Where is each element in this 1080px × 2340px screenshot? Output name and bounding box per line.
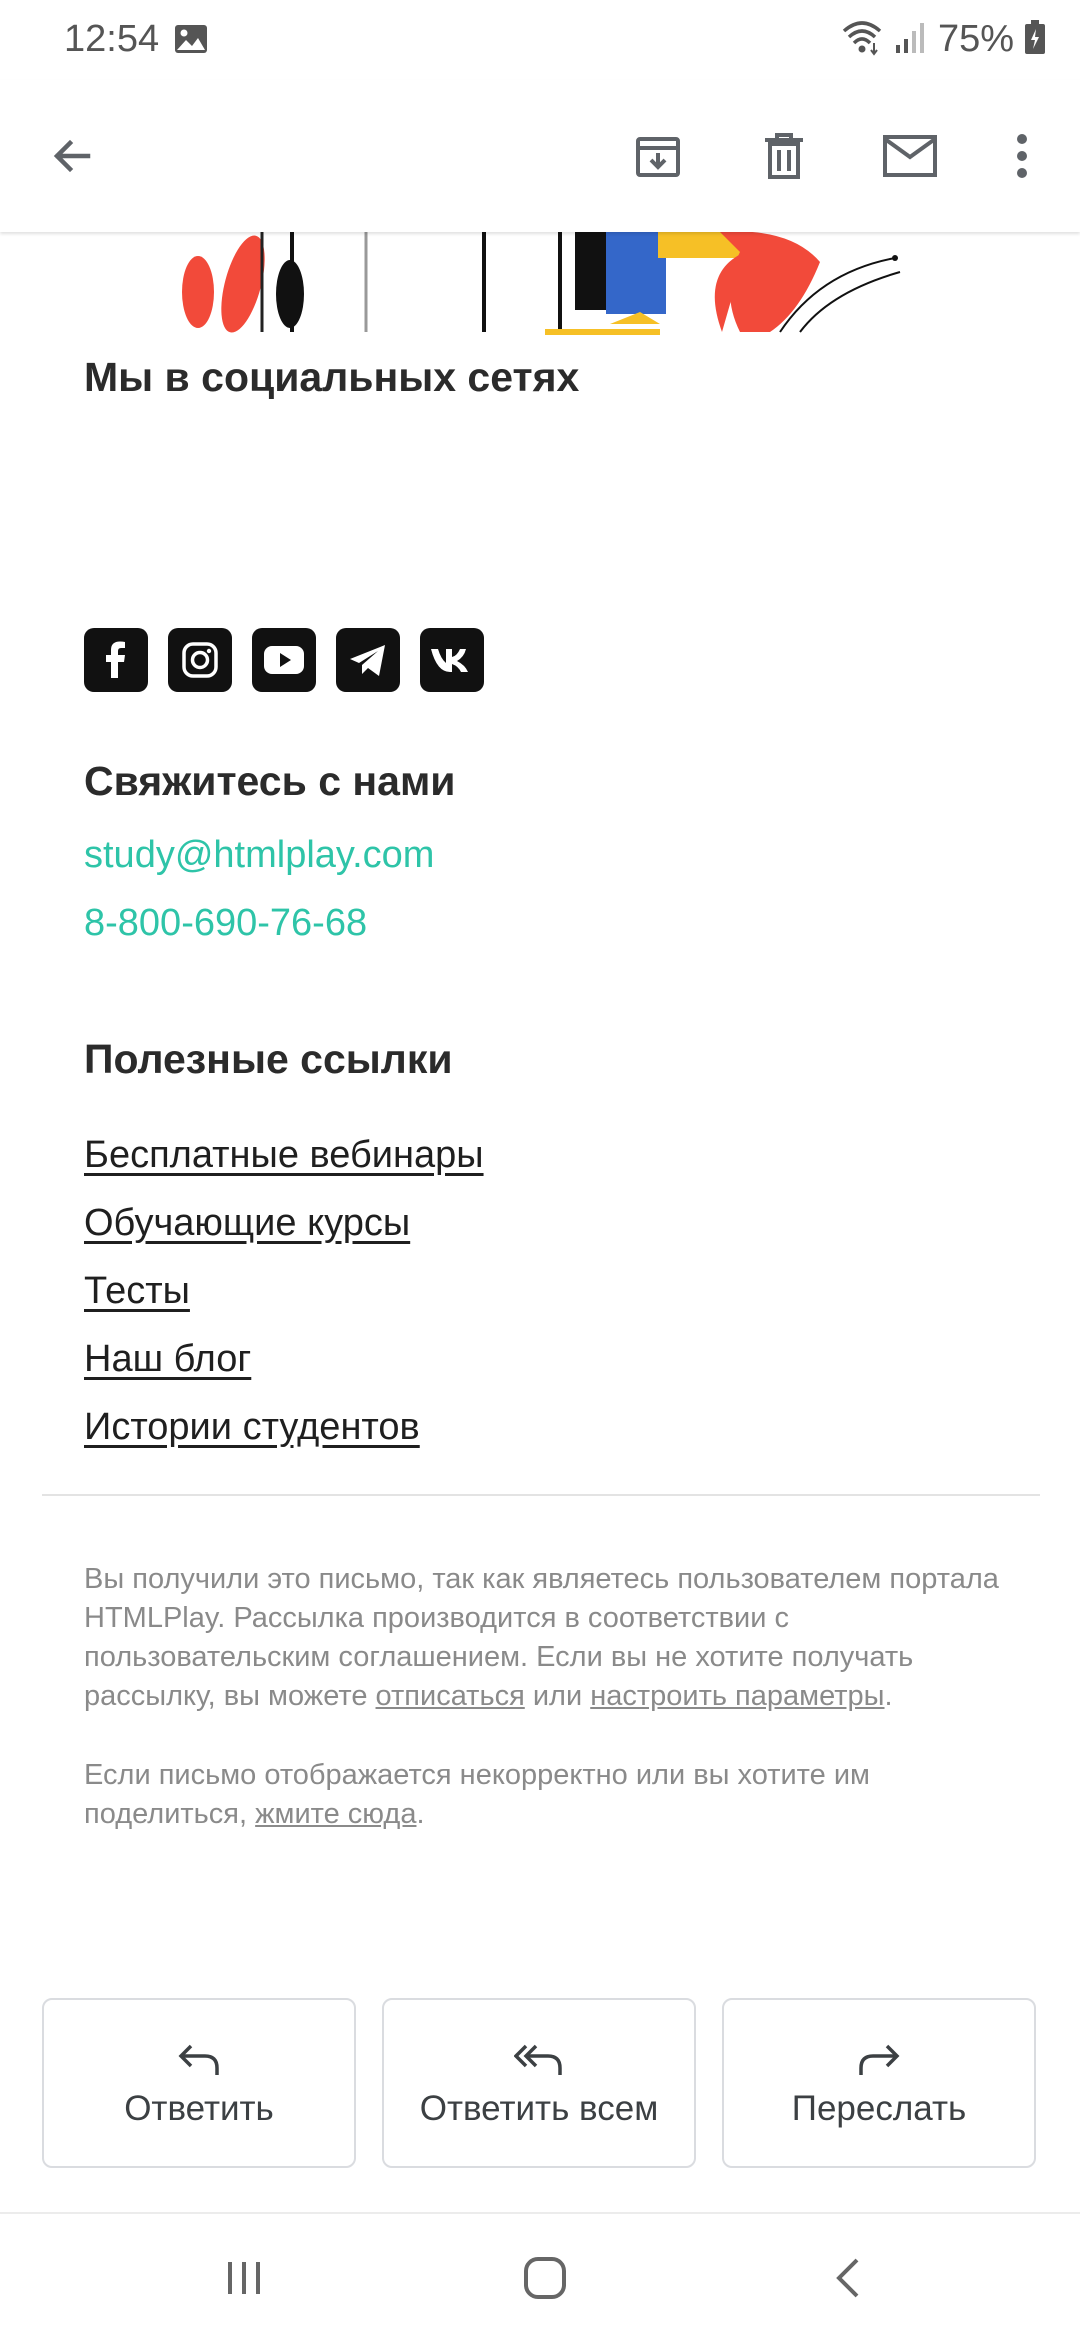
link-webinars[interactable]: Бесплатные вебинары — [84, 1134, 484, 1177]
reply-all-button[interactable]: Ответить всем — [382, 1998, 696, 2168]
footer-end-1: . — [884, 1680, 893, 1712]
screen: 12:54 75% Мы в социальных сетях Свяжитес… — [0, 0, 1080, 2340]
forward-label: Переслать — [791, 2089, 967, 2128]
reply-all-icon — [514, 2037, 564, 2083]
forward-icon — [857, 2037, 901, 2083]
signal-icon — [894, 19, 928, 60]
link-courses[interactable]: Обучающие курсы — [84, 1202, 410, 1245]
footer-end-2: . — [416, 1798, 425, 1830]
social-links — [84, 628, 484, 692]
vk-icon[interactable] — [420, 628, 484, 692]
link-student-stories[interactable]: Истории студентов — [84, 1406, 420, 1449]
contact-email-link[interactable]: study@htmlplay.com — [84, 834, 434, 877]
social-heading: Мы в социальных сетях — [84, 354, 580, 400]
settings-link[interactable]: настроить параметры — [590, 1680, 884, 1712]
reply-label: Ответить — [124, 2089, 274, 2128]
divider — [42, 1494, 1040, 1496]
status-time: 12:54 — [64, 18, 160, 60]
wifi-icon — [840, 17, 884, 62]
reply-button[interactable]: Ответить — [42, 1998, 356, 2168]
back-icon[interactable] — [808, 2246, 888, 2310]
footer-text-2: Если письмо отображается некорректно или… — [84, 1759, 870, 1830]
trash-icon[interactable] — [746, 118, 822, 194]
more-vert-icon[interactable] — [984, 118, 1060, 194]
click-here-link[interactable]: жмите сюда — [255, 1798, 416, 1830]
contact-heading: Свяжитесь с нами — [84, 758, 456, 804]
youtube-icon[interactable] — [252, 628, 316, 692]
reply-actions: Ответить Ответить всем Переслать — [42, 1998, 1038, 2170]
link-blog[interactable]: Наш блог — [84, 1338, 251, 1381]
reply-icon — [177, 2037, 221, 2083]
recent-apps-icon[interactable] — [204, 2246, 284, 2310]
app-bar — [0, 80, 1080, 232]
mail-icon[interactable] — [872, 118, 948, 194]
battery-icon — [1024, 19, 1046, 60]
contact-phone-link[interactable]: 8-800-690-76-68 — [84, 902, 367, 945]
archive-icon[interactable] — [620, 118, 696, 194]
image-icon — [174, 24, 208, 54]
footer-view-online: Если письмо отображается некорректно или… — [84, 1756, 1004, 1834]
instagram-icon[interactable] — [168, 628, 232, 692]
telegram-icon[interactable] — [336, 628, 400, 692]
forward-button[interactable]: Переслать — [722, 1998, 1036, 2168]
link-tests[interactable]: Тесты — [84, 1270, 190, 1313]
system-nav-bar — [0, 2212, 1080, 2340]
status-bar: 12:54 75% — [0, 0, 1080, 80]
home-icon[interactable] — [505, 2246, 585, 2310]
battery-percent: 75% — [937, 17, 1014, 60]
header-illustration — [182, 232, 901, 335]
reply-all-label: Ответить всем — [419, 2089, 659, 2128]
footer-or: или — [524, 1680, 591, 1712]
back-arrow-icon[interactable] — [34, 118, 110, 194]
footer-disclaimer: Вы получили это письмо, так как являетес… — [84, 1560, 1004, 1716]
links-heading: Полезные ссылки — [84, 1036, 453, 1082]
unsubscribe-link[interactable]: отписаться — [376, 1680, 525, 1712]
status-right: 75% — [840, 14, 1046, 64]
facebook-icon[interactable] — [84, 628, 148, 692]
